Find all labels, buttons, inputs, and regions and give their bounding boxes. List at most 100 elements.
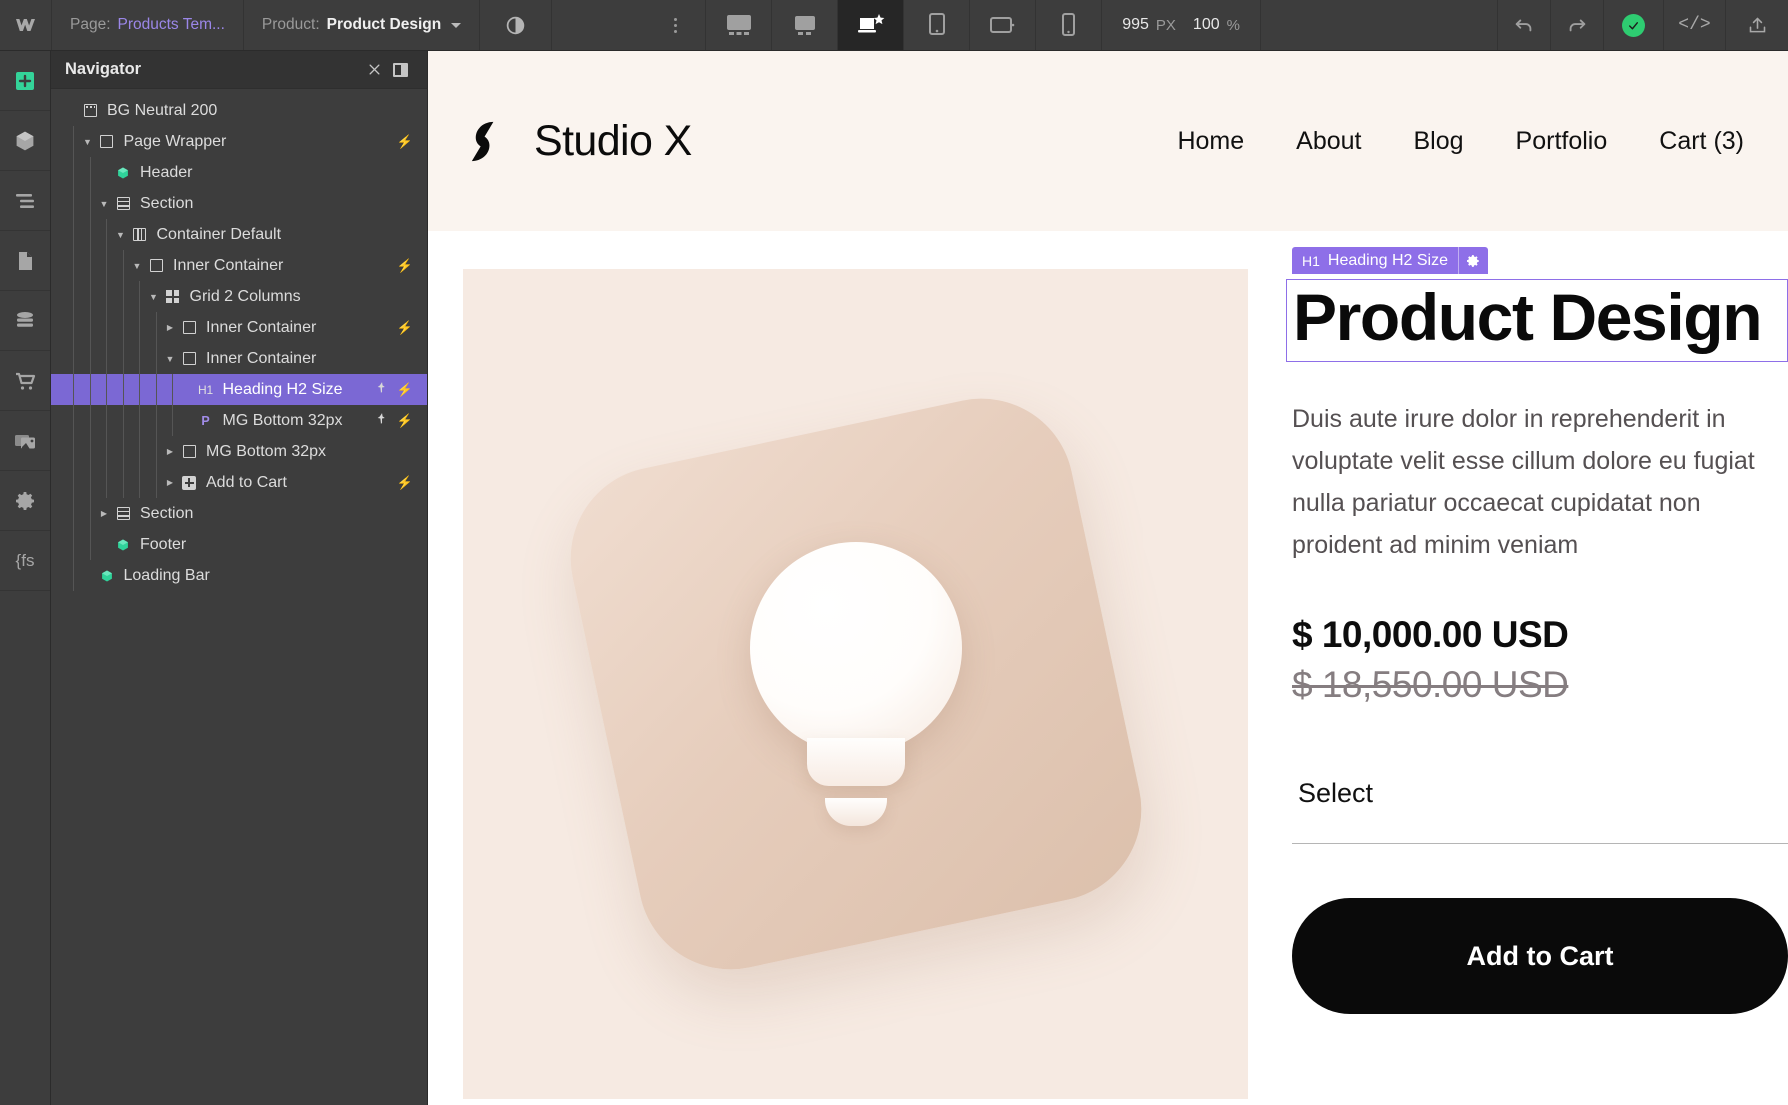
tree-disclosure-closed-icon[interactable]	[162, 478, 178, 487]
navigator-row-mg-bottom-32px[interactable]: PMG Bottom 32px⚡	[51, 405, 427, 436]
component-icon	[116, 538, 130, 552]
panel-collapse-icon[interactable]	[387, 63, 413, 77]
interaction-bolt-icon[interactable]: ⚡	[397, 413, 413, 429]
breakpoint-desktop-base[interactable]	[838, 0, 904, 50]
nav-link-home[interactable]: Home	[1177, 127, 1244, 156]
tree-guide-line	[90, 374, 91, 405]
breakpoint-tablet-landscape[interactable]	[970, 0, 1036, 50]
tree-disclosure-open-icon[interactable]	[113, 230, 129, 240]
heading-selected-outline[interactable]: Product Design	[1286, 279, 1788, 362]
product-price: $ 10,000.00 USD	[1292, 614, 1788, 656]
close-icon[interactable]	[361, 62, 387, 77]
tree-node-badges: ⚡	[397, 320, 427, 336]
navigator-row-container-default[interactable]: Container Default	[51, 219, 427, 250]
breakpoint-desktop-xl[interactable]	[706, 0, 772, 50]
breakpoint-tablet[interactable]	[904, 0, 970, 50]
navigator-row-footer[interactable]: Footer	[51, 529, 427, 560]
rail-item-pages[interactable]	[0, 231, 50, 291]
plus-box-icon	[13, 69, 37, 93]
element-selection-badge[interactable]: H1 Heading H2 Size	[1292, 247, 1488, 274]
navigator-row-grid-2-columns[interactable]: Grid 2 Columns	[51, 281, 427, 312]
webflow-logo-icon[interactable]	[0, 0, 52, 50]
tree-guide-line	[73, 529, 74, 560]
interaction-bolt-icon[interactable]: ⚡	[397, 475, 413, 491]
undo-button[interactable]	[1498, 0, 1551, 50]
nav-link-portfolio[interactable]: Portfolio	[1516, 127, 1608, 156]
undo-icon	[1513, 14, 1535, 36]
navigator-row-section[interactable]: Section	[51, 498, 427, 529]
add-to-cart-button[interactable]: Add to Cart	[1292, 898, 1788, 1014]
shopping-cart-icon	[13, 369, 37, 393]
navigator-row-inner-container[interactable]: Inner Container⚡	[51, 250, 427, 281]
tree-guide-line	[73, 467, 74, 498]
tree-disclosure-open-icon[interactable]	[80, 137, 96, 147]
tree-disclosure-open-icon[interactable]	[96, 199, 112, 209]
tree-disclosure-open-icon[interactable]	[129, 261, 145, 271]
rail-item-add-elements[interactable]	[0, 51, 50, 111]
rail-item-assets[interactable]	[0, 411, 50, 471]
navigator-row-bg-neutral-200[interactable]: BG Neutral 200	[51, 95, 427, 126]
save-status-indicator[interactable]	[1604, 0, 1664, 50]
rail-item-cms[interactable]	[0, 291, 50, 351]
tree-node-label: Grid 2 Columns	[190, 288, 301, 306]
tree-node-label: Page Wrapper	[124, 133, 227, 151]
publish-button[interactable]	[1726, 0, 1788, 50]
brand[interactable]: Studio X	[464, 117, 692, 166]
zoom-value: 100	[1193, 16, 1220, 34]
brand-name: Studio X	[534, 117, 692, 166]
navigator-row-inner-container[interactable]: Inner Container⚡	[51, 312, 427, 343]
gear-icon[interactable]	[1458, 247, 1488, 274]
tree-node-label: MG Bottom 32px	[223, 412, 343, 430]
tree-node-icon	[96, 135, 118, 148]
code-export-button[interactable]: </>	[1664, 0, 1726, 50]
tree-disclosure-closed-icon[interactable]	[96, 509, 112, 518]
pin-icon[interactable]	[375, 412, 388, 430]
pin-icon[interactable]	[375, 381, 388, 399]
nav-link-blog[interactable]: Blog	[1414, 127, 1464, 156]
nav-link-about[interactable]: About	[1296, 127, 1361, 156]
rail-item-ecommerce[interactable]	[0, 351, 50, 411]
interaction-bolt-icon[interactable]: ⚡	[397, 134, 413, 150]
interaction-bolt-icon[interactable]: ⚡	[397, 320, 413, 336]
page-selector[interactable]: Page: Products Tem...	[52, 0, 244, 50]
navigator-row-mg-bottom-32px[interactable]: MG Bottom 32px	[51, 436, 427, 467]
navigator-row-inner-container[interactable]: Inner Container	[51, 343, 427, 374]
tree-node-icon	[178, 352, 200, 365]
tree-guide-line	[106, 374, 107, 405]
breakpoint-mobile[interactable]	[1036, 0, 1102, 50]
rail-item-custom-code[interactable]: {fs	[0, 531, 50, 591]
navigator-row-section[interactable]: Section	[51, 188, 427, 219]
product-selector[interactable]: Product: Product Design	[244, 0, 480, 50]
tree-disclosure-closed-icon[interactable]	[162, 447, 178, 456]
breakpoint-desktop[interactable]	[772, 0, 838, 50]
product-compare-price: $ 18,550.00 USD	[1292, 664, 1788, 706]
redo-button[interactable]	[1551, 0, 1604, 50]
product-image[interactable]	[463, 269, 1248, 1099]
grid-icon	[166, 290, 179, 303]
tree-disclosure-open-icon[interactable]	[146, 292, 162, 302]
navigator-row-page-wrapper[interactable]: Page Wrapper ⚡	[51, 126, 427, 157]
tree-node-label: Loading Bar	[124, 567, 210, 585]
rail-item-navigator[interactable]	[0, 171, 50, 231]
rail-item-components[interactable]	[0, 111, 50, 171]
interaction-bolt-icon[interactable]: ⚡	[397, 258, 413, 274]
heading-icon: H1	[198, 383, 213, 397]
design-canvas: Studio X HomeAboutBlogPortfolioCart (3) …	[428, 51, 1788, 1105]
nav-link-cart-3[interactable]: Cart (3)	[1659, 127, 1744, 156]
navigator-row-heading-h2-size[interactable]: H1Heading H2 Size⚡	[51, 374, 427, 405]
tree-guide-line	[106, 250, 107, 281]
navigator-row-header[interactable]: Header	[51, 157, 427, 188]
variant-select[interactable]: Select	[1292, 778, 1788, 844]
tree-disclosure-open-icon[interactable]	[162, 354, 178, 364]
interaction-bolt-icon[interactable]: ⚡	[397, 382, 413, 398]
tree-guide-line	[106, 219, 107, 250]
component-icon	[116, 166, 130, 180]
navigator-row-add-to-cart[interactable]: Add to Cart⚡	[51, 467, 427, 498]
selection-tag: H1	[1292, 247, 1324, 274]
navigator-row-loading-bar[interactable]: Loading Bar	[51, 560, 427, 591]
rail-item-settings[interactable]	[0, 471, 50, 531]
tree-disclosure-closed-icon[interactable]	[162, 323, 178, 332]
more-options-button[interactable]	[646, 0, 706, 50]
viewport-size-control[interactable]: 995 PX 100 %	[1102, 0, 1261, 50]
preview-toggle-button[interactable]	[480, 0, 552, 50]
